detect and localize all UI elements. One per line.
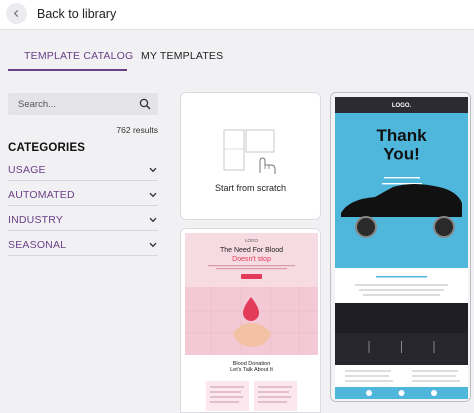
category-automated[interactable]: AUTOMATED (8, 186, 158, 206)
category-label: INDUSTRY (8, 214, 64, 226)
search-icon[interactable] (139, 98, 151, 110)
thank-you-template-preview: LOGO. Thank You! (331, 93, 470, 401)
svg-text:LOGO: LOGO (245, 238, 259, 243)
category-usage[interactable]: USAGE (8, 161, 158, 181)
template-card-thank-you[interactable]: LOGO. Thank You! (330, 92, 471, 402)
category-label: SEASONAL (8, 239, 67, 251)
category-seasonal[interactable]: SEASONAL (8, 236, 158, 256)
category-label: USAGE (8, 164, 46, 176)
chevron-down-icon (149, 192, 157, 198)
category-industry[interactable]: INDUSTRY (8, 211, 158, 231)
categories-heading: CATEGORIES (8, 142, 86, 154)
chevron-down-icon (149, 167, 157, 173)
results-count: 762 results (116, 125, 158, 135)
tab-my-templates[interactable]: MY TEMPLATES (141, 50, 223, 62)
svg-text:The Need For Blood: The Need For Blood (220, 247, 283, 254)
start-from-scratch-card[interactable]: Start from scratch (180, 92, 321, 220)
svg-text:ThankYou!: Thank You! (376, 126, 427, 164)
svg-text:Doesn't stop: Doesn't stop (232, 256, 271, 263)
search-input[interactable] (8, 93, 133, 115)
blood-donation-template-preview: LOGO The Need For Blood Doesn't stop Blo… (185, 233, 318, 412)
active-tab-indicator (8, 69, 127, 71)
top-bar: Back to library (0, 0, 474, 30)
template-card-blood-donation[interactable]: LOGO The Need For Blood Doesn't stop Blo… (180, 228, 321, 413)
svg-text:Blood DonationLet's Talk About: Blood Donation Let's Talk About It (230, 361, 273, 373)
chevron-down-icon (149, 242, 157, 248)
chevron-left-icon (13, 9, 19, 18)
search-box (8, 93, 158, 115)
start-from-scratch-label: Start from scratch (214, 183, 286, 193)
catalog-tabs: TEMPLATE CATALOG MY TEMPLATES (0, 31, 474, 72)
category-label: AUTOMATED (8, 189, 75, 201)
svg-text:LOGO.: LOGO. (392, 103, 412, 109)
back-button[interactable] (6, 3, 27, 24)
chevron-down-icon (149, 217, 157, 223)
blank-template-icon (223, 129, 276, 174)
tab-template-catalog[interactable]: TEMPLATE CATALOG (24, 50, 133, 62)
back-to-library-link[interactable]: Back to library (37, 7, 116, 21)
